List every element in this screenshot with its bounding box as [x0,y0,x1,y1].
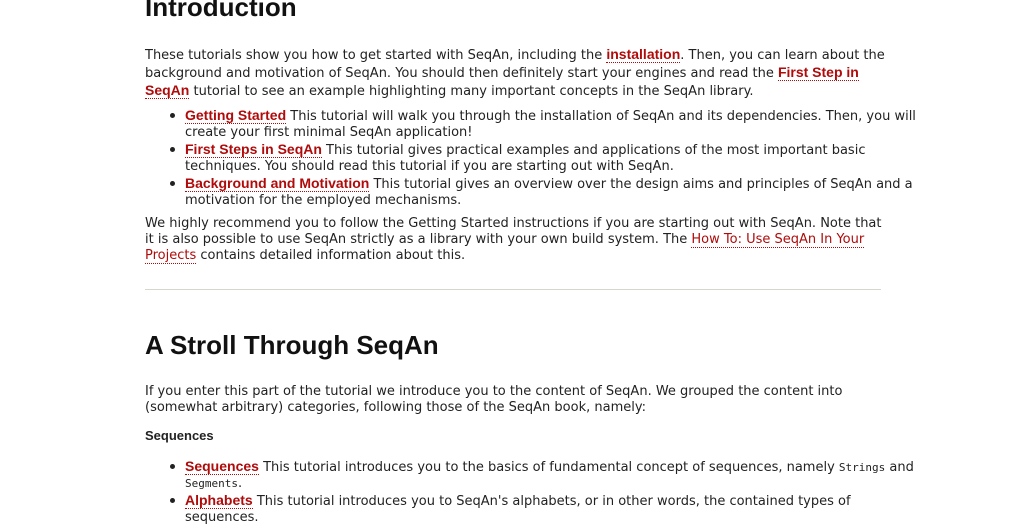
text: tutorial to see an example highlighting … [189,84,754,99]
background-motivation-link[interactable]: Background and Motivation [185,175,370,192]
list-item: First Steps in SeqAn This tutorial gives… [170,141,925,175]
getting-started-link[interactable]: Getting Started [185,107,287,124]
list-item-text: This tutorial will walk you through the … [185,109,916,140]
list-item: Sequences This tutorial introduces you t… [170,458,925,492]
code-segments: Segments [185,477,238,490]
text: contains detailed information about this… [196,248,466,263]
text: and [885,460,914,475]
text: This tutorial introduces you to the basi… [258,460,839,475]
section-divider [145,289,881,290]
text: This tutorial introduces you to SeqAn's … [185,494,851,525]
list-item: Getting Started This tutorial will walk … [170,107,925,141]
intro-paragraph: These tutorials show you how to get star… [145,46,885,100]
first-steps-link[interactable]: First Steps in SeqAn [185,141,322,158]
page-title: Introduction [145,0,297,22]
list-item: Background and Motivation This tutorial … [170,175,925,209]
section-title: A Stroll Through SeqAn [145,330,439,360]
installation-link[interactable]: installation [606,46,681,63]
code-strings: Strings [838,461,886,474]
intro-list: Getting Started This tutorial will walk … [145,107,925,209]
sequences-link[interactable]: Sequences [185,458,259,475]
stroll-paragraph: If you enter this part of the tutorial w… [145,384,843,415]
alphabets-link[interactable]: Alphabets [185,492,253,509]
text: . [237,476,243,491]
list-item: Alphabets This tutorial introduces you t… [170,492,925,526]
recommend-paragraph: We highly recommend you to follow the Ge… [145,216,885,264]
sequences-list: Sequences This tutorial introduces you t… [145,458,925,526]
text: These tutorials show you how to get star… [145,48,607,63]
subsection-heading: Sequences [145,428,214,443]
